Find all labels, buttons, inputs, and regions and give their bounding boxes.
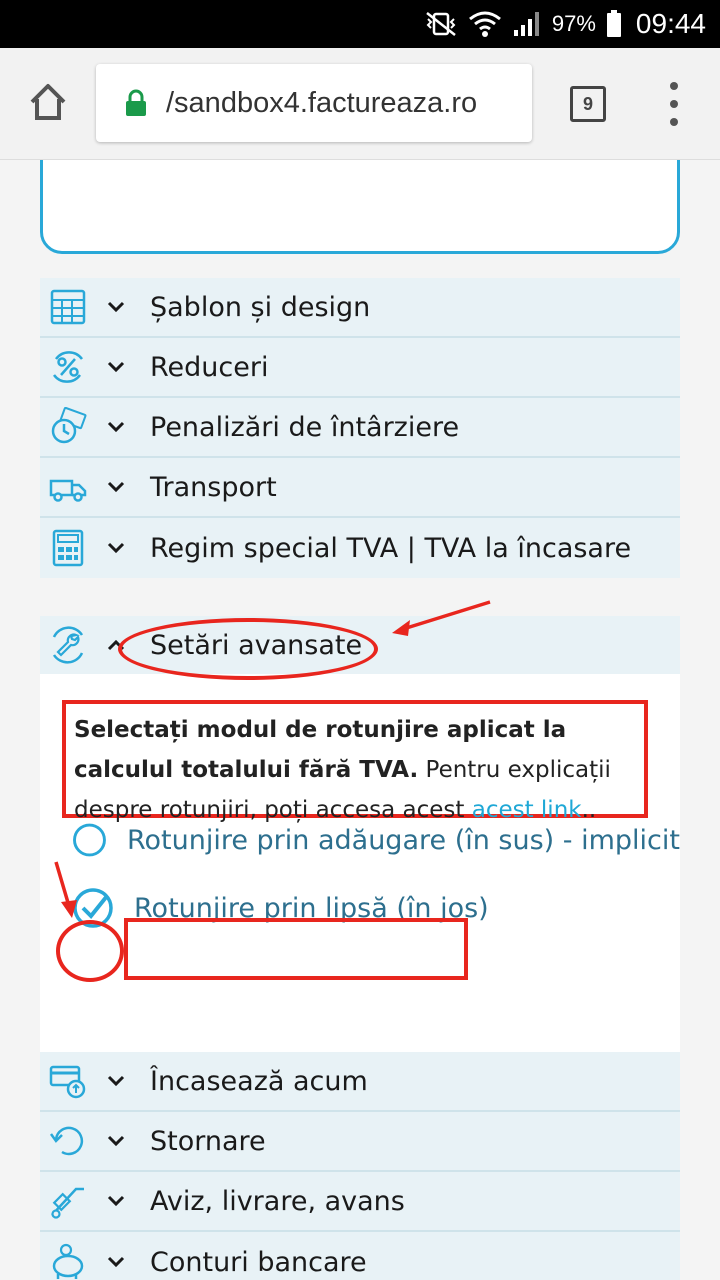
accordion-label: Încasează acum <box>150 1065 368 1097</box>
chevron-down-icon <box>104 541 128 555</box>
wrench-icon <box>46 623 90 667</box>
radio-label-round-up: Rotunjire prin adăugare (în sus) - impli… <box>126 824 680 856</box>
accordion-item-transport[interactable]: Transport <box>40 458 680 518</box>
chevron-down-icon <box>104 480 128 494</box>
accordion-item-incaseaza[interactable]: Încasează acum <box>40 1052 680 1112</box>
top-card <box>40 160 680 254</box>
browser-toolbar: /sandbox4.factureaza.ro 9 <box>0 48 720 160</box>
battery-percent: 97% <box>551 11 596 36</box>
accordion-label: Aviz, livrare, avans <box>150 1185 405 1217</box>
accordion-item-aviz[interactable]: Aviz, livrare, avans <box>40 1172 680 1232</box>
truck-icon <box>46 465 90 509</box>
chevron-down-icon <box>104 420 128 434</box>
chevron-down-icon <box>104 360 128 374</box>
status-bar: 97% 09:44 <box>0 0 720 48</box>
accordion-label: Transport <box>150 471 277 503</box>
address-bar[interactable]: /sandbox4.factureaza.ro <box>96 64 532 142</box>
clock: 09:44 <box>635 8 706 39</box>
chevron-down-icon <box>104 1134 128 1148</box>
calculator-icon <box>46 526 90 570</box>
accordion-item-stornare[interactable]: Stornare <box>40 1112 680 1172</box>
hand-truck-icon <box>46 1179 90 1223</box>
reverse-icon <box>46 1119 90 1163</box>
tab-switcher-button[interactable]: 9 <box>570 86 606 122</box>
accordion-group-top: Șablon și design Reduceri Penalizări de … <box>40 278 680 578</box>
rounding-description: Selectați modul de rotunjire aplicat la … <box>62 700 648 823</box>
accordion-item-reduceri[interactable]: Reduceri <box>40 338 680 398</box>
accordion-label: Reduceri <box>150 351 269 383</box>
annotation-circle-radio <box>56 920 124 982</box>
clock-money-icon <box>46 405 90 449</box>
wifi-icon <box>468 11 501 37</box>
accordion-label: Regim special TVA | TVA la încasare <box>150 532 632 564</box>
percent-icon <box>46 345 90 389</box>
radio-option-round-up[interactable]: Rotunjire prin adăugare (în sus) - impli… <box>40 810 680 870</box>
signal-icon <box>513 12 539 36</box>
vibrate-mute-icon <box>426 12 456 36</box>
accordion-label: Stornare <box>150 1125 266 1157</box>
piggy-bank-icon <box>46 1240 90 1280</box>
battery-icon <box>606 10 621 37</box>
accordion-group-bottom: Încasează acum Stornare Aviz, livrare, a… <box>40 1052 680 1280</box>
overflow-menu-icon[interactable] <box>664 82 684 126</box>
accordion-item-conturi[interactable]: Conturi bancare <box>40 1232 680 1280</box>
annotation-box-option <box>124 918 468 980</box>
annotation-ellipse-title <box>118 618 378 680</box>
accordion-label: Penalizări de întârziere <box>150 411 460 443</box>
chevron-down-icon <box>104 300 128 314</box>
accordion-item-regim-tva[interactable]: Regim special TVA | TVA la încasare <box>40 518 680 578</box>
home-icon[interactable] <box>26 80 70 124</box>
accordion-item-penalizari[interactable]: Penalizări de întârziere <box>40 398 680 458</box>
payment-card-icon <box>46 1059 90 1103</box>
url-text: /sandbox4.factureaza.ro <box>166 86 478 119</box>
accordion-item-sablon[interactable]: Șablon și design <box>40 278 680 338</box>
annotation-arrow-title <box>392 600 491 636</box>
page-content: Șablon și design Reduceri Penalizări de … <box>0 160 720 1280</box>
chevron-down-icon <box>104 1074 128 1088</box>
accordion-label: Conturi bancare <box>150 1246 367 1278</box>
chevron-down-icon <box>104 1194 128 1208</box>
chevron-down-icon <box>104 1255 128 1269</box>
radio-unchecked-icon[interactable] <box>72 819 107 861</box>
template-grid-icon <box>46 285 90 329</box>
accordion-label: Șablon și design <box>150 291 371 323</box>
advanced-settings-panel: Setări avansate Selectați modul de rotun… <box>40 616 680 1052</box>
lock-icon <box>126 89 146 116</box>
annotation-arrow-radio <box>54 861 77 918</box>
